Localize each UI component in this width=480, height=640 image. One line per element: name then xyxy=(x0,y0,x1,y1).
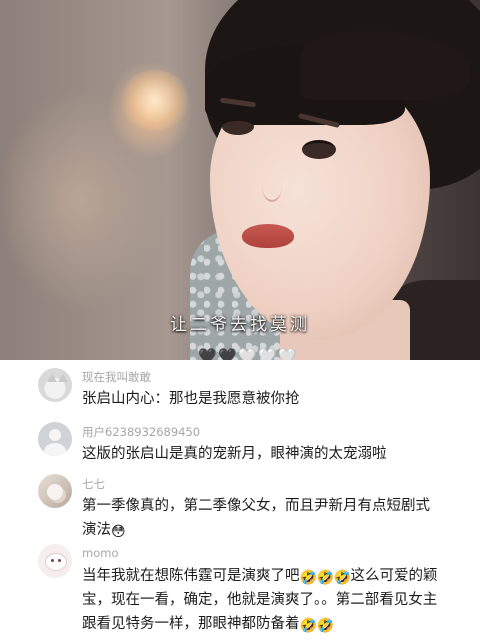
video-subtitle: 让二爷去找莫测 xyxy=(170,315,310,335)
heart-icon: 🤍 xyxy=(238,347,257,361)
rofl-emoji-icon: 🤣 xyxy=(299,570,317,586)
comment-text: 这版的张启山是真的宠新月，眼神演的太宠溺啦 xyxy=(82,446,387,462)
nose xyxy=(262,170,282,202)
comment-text: 张启山内心：那也是我愿意被你抢 xyxy=(82,391,300,407)
cat-avatar-icon[interactable] xyxy=(38,368,72,402)
rofl-emoji-icon: 🤣 xyxy=(316,570,334,586)
comment-text: 第一季像真的，第二季像父女，而且尹新月有点短剧式演法😳 xyxy=(82,494,444,542)
rofl-emoji-icon: 🤣 xyxy=(299,618,317,634)
heart-row: 🖤 🖤 🤍 🤍 🤍 xyxy=(198,347,297,361)
rofl-emoji-icon: 🤣 xyxy=(333,570,351,586)
left-eye xyxy=(222,118,254,135)
comment-username[interactable]: 现在我叫敢敢 xyxy=(82,369,151,385)
page: 让二爷去找莫测 🖤 🖤 🤍 🤍 🤍 现在我叫敢敢 张启山内心：那也是我愿意被你抢… xyxy=(0,0,480,640)
comment-username[interactable]: 七七 xyxy=(82,476,105,492)
lips xyxy=(242,224,294,248)
right-eye xyxy=(302,140,336,159)
comment-username[interactable]: momo xyxy=(82,546,118,560)
comment-text-part-a: 当年我就在想陈伟霆可是演爽了吧 xyxy=(82,568,300,584)
rofl-emoji-icon: 🤣 xyxy=(316,618,334,634)
flushed-face-icon: 😳 xyxy=(111,524,126,540)
pet-avatar-icon[interactable] xyxy=(38,474,72,508)
comment-text-body: 第一季像真的，第二季像父女，而且尹新月有点短剧式演法 xyxy=(82,498,430,538)
heart-icon: 🖤 xyxy=(198,347,217,361)
background-lamp xyxy=(120,70,190,130)
heart-icon: 🤍 xyxy=(278,347,297,361)
default-user-avatar-icon[interactable] xyxy=(38,422,72,456)
comment-text: 当年我就在想陈伟霆可是演爽了吧🤣🤣🤣这么可爱的颖宝，现在一看，确定，他就是演爽了… xyxy=(82,564,446,636)
comment-list: 现在我叫敢敢 张启山内心：那也是我愿意被你抢 用户6238932689450 这… xyxy=(0,360,480,640)
heart-icon: 🖤 xyxy=(218,347,237,361)
cartoon-avatar-icon[interactable] xyxy=(38,544,72,578)
video-frame[interactable]: 让二爷去找莫测 🖤 🖤 🤍 🤍 🤍 xyxy=(0,0,480,360)
heart-icon: 🤍 xyxy=(258,347,277,361)
comment-username[interactable]: 用户6238932689450 xyxy=(82,424,200,440)
